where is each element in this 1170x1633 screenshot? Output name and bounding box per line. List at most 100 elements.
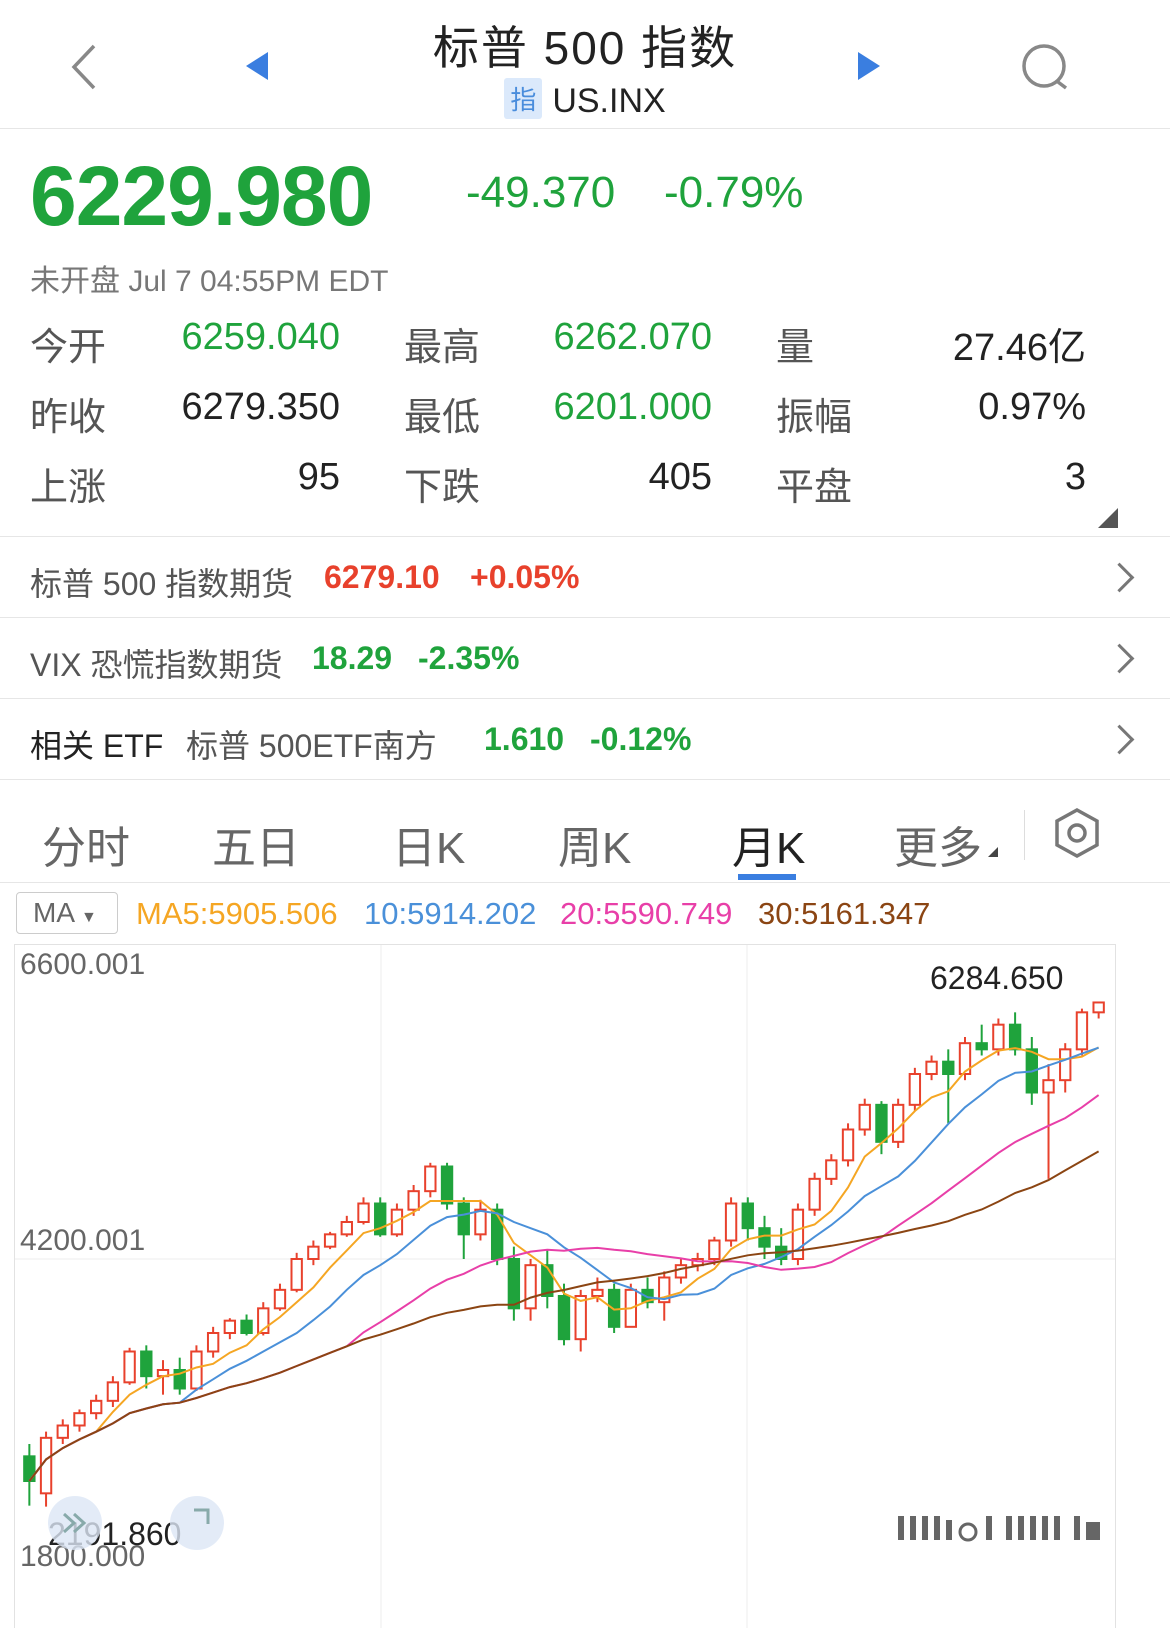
stat-value: 6262.070 xyxy=(553,316,713,358)
candle-body xyxy=(106,1381,120,1402)
related-pct: -0.12% xyxy=(590,721,692,757)
settings-button[interactable] xyxy=(1054,808,1100,863)
last-price: 6229.980 xyxy=(30,149,373,243)
candle-body xyxy=(1042,1079,1055,1094)
related-label: VIX 恐慌指数期货 xyxy=(30,647,283,683)
expand-icon xyxy=(194,1508,210,1524)
search-icon xyxy=(1022,44,1068,90)
dropdown-icon: ▼ xyxy=(81,909,97,926)
ma20-value: 20:5590.749 xyxy=(560,896,733,931)
candle-body xyxy=(223,1319,237,1334)
corner-triangle-icon xyxy=(1098,508,1118,528)
stat-value: 6259.040 xyxy=(181,316,341,358)
candle-body xyxy=(474,1208,487,1236)
related-price: 6279.10 xyxy=(324,559,440,595)
related-row-etf[interactable]: 相关 ETF 标普 500ETF南方 1.610 -0.12% xyxy=(0,699,1170,779)
divider xyxy=(1024,810,1025,860)
ma-selector-label: MA xyxy=(33,897,75,928)
related-price: 1.610 xyxy=(484,721,565,757)
candle-body xyxy=(340,1221,353,1236)
divider xyxy=(0,882,1170,883)
dropdown-corner-icon xyxy=(988,846,1000,864)
fullscreen-button[interactable] xyxy=(170,1496,224,1550)
related-row-futures[interactable]: 标普 500 指数期货 6279.10 +0.05% xyxy=(0,537,1170,617)
candle-body xyxy=(507,1258,521,1310)
ma10-line xyxy=(28,1046,1099,1482)
candle-body xyxy=(858,1103,871,1131)
stat-label: 量 xyxy=(776,327,815,369)
candle-body xyxy=(825,1159,838,1180)
index-badge: 指 xyxy=(504,78,543,119)
y-label-top: 6600.001 xyxy=(20,948,146,981)
candle-body xyxy=(73,1412,86,1427)
candle-body xyxy=(273,1288,287,1310)
next-index-button[interactable] xyxy=(856,50,882,87)
candle-body xyxy=(457,1202,470,1236)
tab-weekly-k[interactable]: 周K xyxy=(558,812,631,876)
stat-value: 27.46亿 xyxy=(952,327,1086,369)
ma5-value: MA5:5905.506 xyxy=(136,896,338,931)
expand-toggle[interactable] xyxy=(1096,506,1120,535)
related-pct: +0.05% xyxy=(470,559,580,595)
candle-body xyxy=(557,1295,571,1341)
volume-bars-icon xyxy=(896,1512,1106,1547)
y-label-mid: 4200.001 xyxy=(20,1224,146,1257)
candle-body xyxy=(524,1264,537,1310)
stat-label: 振幅 xyxy=(776,397,853,439)
candle-body xyxy=(1092,1001,1105,1014)
chevron-right-icon xyxy=(1104,724,1135,755)
candle-body xyxy=(407,1190,420,1211)
candle-body xyxy=(975,1042,988,1051)
candle-body xyxy=(490,1208,504,1260)
related-sub-label: 标普 500ETF南方 xyxy=(186,728,437,764)
candle-body xyxy=(908,1073,922,1106)
search-button[interactable] xyxy=(1020,42,1070,97)
stat-value: 405 xyxy=(648,456,712,498)
tab-more[interactable]: 更多 xyxy=(894,812,982,876)
stat-label: 最低 xyxy=(404,397,481,439)
candle-body xyxy=(674,1264,688,1279)
related-pct: -2.35% xyxy=(418,640,520,676)
related-label: 标普 500 指数期货 xyxy=(30,566,294,602)
ma30-value: 30:5161.347 xyxy=(758,896,931,931)
symbol: US.INX xyxy=(552,82,666,120)
active-tab-indicator xyxy=(738,874,796,880)
candle-body xyxy=(1008,1023,1022,1051)
stat-value: 6201.000 xyxy=(553,386,713,428)
symbol-line: 指 US.INX xyxy=(0,78,1170,121)
candle-body xyxy=(942,1060,955,1075)
candle-body xyxy=(240,1319,253,1334)
stat-value: 95 xyxy=(297,456,340,498)
chevron-right-icon xyxy=(1104,562,1135,593)
triangle-right-icon xyxy=(858,52,880,80)
stat-label: 昨收 xyxy=(30,397,107,439)
candle-body xyxy=(123,1350,136,1384)
stat-label: 下跌 xyxy=(404,467,481,509)
page-title: 标普 500 指数 xyxy=(432,22,738,74)
candle-body xyxy=(424,1165,437,1193)
ma-selector[interactable]: MA ▼ xyxy=(16,892,118,934)
candle-body xyxy=(290,1258,303,1291)
tab-five-day[interactable]: 五日 xyxy=(212,812,300,876)
tab-daily-k[interactable]: 日K xyxy=(392,812,465,876)
stat-label: 上涨 xyxy=(30,467,107,509)
candle-body xyxy=(574,1295,587,1341)
candle-body xyxy=(925,1060,938,1075)
candle-body xyxy=(357,1202,370,1223)
candle-body xyxy=(140,1350,153,1378)
candle-body xyxy=(591,1288,604,1298)
candle-body xyxy=(741,1202,754,1230)
tab-intraday[interactable]: 分时 xyxy=(42,812,130,876)
tab-monthly-k[interactable]: 月K xyxy=(732,812,805,876)
candle-body xyxy=(841,1128,855,1162)
scroll-left-button[interactable] xyxy=(48,1496,102,1550)
related-price: 18.29 xyxy=(312,640,393,676)
candle-body xyxy=(307,1245,320,1260)
related-row-vix[interactable]: VIX 恐慌指数期货 18.29 -2.35% xyxy=(0,618,1170,698)
market-status: 未开盘 Jul 7 04:55PM EDT xyxy=(30,265,389,298)
stat-label: 最高 xyxy=(404,327,481,369)
candle-body xyxy=(708,1239,721,1260)
candle-body xyxy=(440,1165,454,1205)
candle-body xyxy=(90,1399,103,1415)
candle-body xyxy=(206,1332,220,1353)
